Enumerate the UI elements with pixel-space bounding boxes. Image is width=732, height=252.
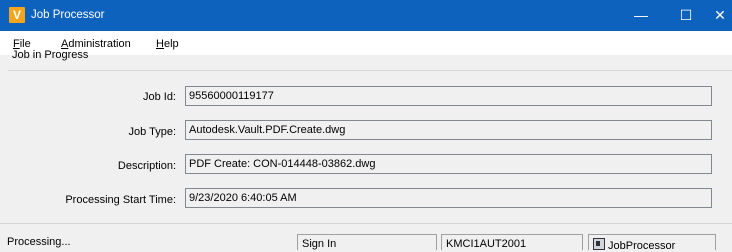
close-button[interactable]: ✕ [708,0,732,31]
job-type-field[interactable]: Autodesk.Vault.PDF.Create.dwg [185,120,712,140]
maximize-button[interactable]: ☐ [663,0,709,31]
job-id-label: Job Id: [142,91,176,103]
job-processor-icon [593,238,605,250]
menu-help-label: elp [163,38,179,50]
job-processor-panel: JobProcessor [588,234,716,252]
processing-start-time-label: Processing Start Time: [65,194,176,206]
menu-bar: File Administration Help [0,31,732,55]
status-bar: Processing... Sign In KMCI1AUT2001 JobPr… [0,223,732,252]
status-text: Processing... [7,236,71,248]
minimize-button[interactable]: — [618,0,664,31]
job-in-progress-group-title: Job in Progress [12,49,89,61]
job-id-field[interactable]: 95560000119177 [185,86,712,106]
vault-v-icon: V [9,7,25,23]
processing-start-time-field[interactable]: 9/23/2020 6:40:05 AM [185,188,712,208]
menu-help[interactable]: Help [156,38,179,50]
description-field[interactable]: PDF Create: CON-014448-03862.dwg [185,154,712,174]
sign-in-panel[interactable]: Sign In [297,234,437,250]
title-bar[interactable]: V Job Processor — ☐ ✕ [0,0,732,31]
window-title: Job Processor [31,9,105,21]
menu-help-accel: H [156,38,164,50]
job-processor-label: JobProcessor [608,240,676,252]
description-label: Description: [117,160,176,172]
host-panel: KMCI1AUT2001 [441,234,583,250]
job-type-label: Job Type: [128,126,177,138]
group-divider [8,70,732,71]
